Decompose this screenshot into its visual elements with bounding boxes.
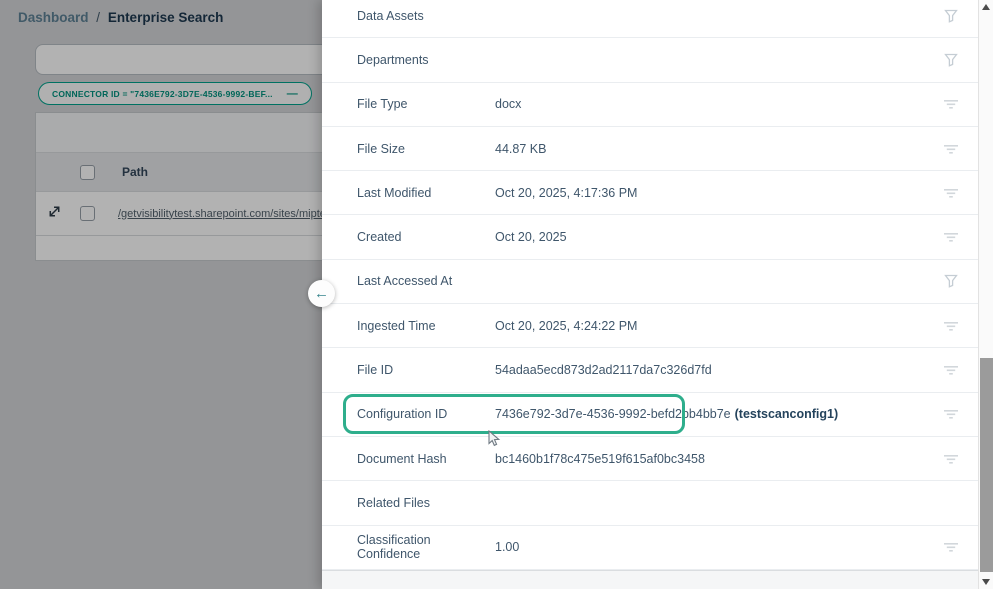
vertical-scrollbar[interactable] (978, 0, 993, 589)
funnel-icon[interactable] (942, 274, 960, 288)
filter-lines-icon[interactable] (942, 364, 960, 376)
detail-row: Created Oct 20, 2025 (322, 215, 978, 259)
filter-lines-icon[interactable] (942, 541, 960, 553)
panel-footer (322, 570, 978, 589)
filter-lines-icon[interactable] (942, 408, 960, 420)
app-screen: Dashboard / Enterprise Search CONNECTOR … (0, 0, 993, 589)
detail-label: File Type (357, 97, 495, 111)
detail-row: Data Assets (322, 0, 978, 38)
detail-value: bc1460b1f78c475e519f615af0bc3458 (495, 452, 942, 466)
detail-label: Last Accessed At (357, 274, 495, 288)
detail-label: Ingested Time (357, 319, 495, 333)
scroll-down-icon[interactable] (982, 579, 990, 585)
detail-label: Document Hash (357, 452, 495, 466)
filter-lines-icon[interactable] (942, 453, 960, 465)
detail-value (495, 9, 942, 23)
detail-label: Created (357, 230, 495, 244)
detail-label: Departments (357, 53, 495, 67)
filter-lines-icon[interactable] (942, 98, 960, 110)
detail-label: Classification Confidence (357, 533, 495, 561)
detail-value: 1.00 (495, 540, 942, 554)
detail-row: Related Files (322, 481, 978, 525)
filter-lines-icon[interactable] (942, 320, 960, 332)
detail-value (495, 53, 942, 67)
detail-label: File Size (357, 142, 495, 156)
funnel-icon[interactable] (942, 53, 960, 67)
detail-value: Oct 20, 2025, 4:24:22 PM (495, 319, 942, 333)
filter-lines-icon[interactable] (942, 187, 960, 199)
detail-row: Ingested Time Oct 20, 2025, 4:24:22 PM (322, 304, 978, 348)
detail-value (495, 274, 942, 288)
detail-value (495, 496, 942, 510)
file-details-panel: ← Data Assets Departments File Type docx… (322, 0, 978, 589)
detail-value: Oct 20, 2025, 4:17:36 PM (495, 186, 942, 200)
detail-label: Related Files (357, 496, 495, 510)
detail-value: 7436e792-3d7e-4536-9992-befd2bb4bb7e(tes… (495, 407, 942, 421)
detail-row: Last Modified Oct 20, 2025, 4:17:36 PM (322, 171, 978, 215)
detail-label: File ID (357, 363, 495, 377)
detail-row: File Type docx (322, 83, 978, 127)
scrollbar-thumb[interactable] (980, 358, 993, 572)
detail-row: Document Hash bc1460b1f78c475e519f615af0… (322, 437, 978, 481)
detail-row: Departments (322, 38, 978, 82)
arrow-left-icon: ← (314, 285, 329, 302)
detail-value: docx (495, 97, 942, 111)
detail-value: 44.87 KB (495, 142, 942, 156)
detail-rows: Data Assets Departments File Type docx F… (322, 0, 978, 570)
detail-value: 54adaa5ecd873d2ad2117da7c326d7fd (495, 363, 942, 377)
detail-row: File ID 54adaa5ecd873d2ad2117da7c326d7fd (322, 348, 978, 392)
scroll-up-icon[interactable] (982, 4, 990, 10)
collapse-panel-button[interactable]: ← (308, 280, 335, 307)
detail-row: Classification Confidence 1.00 (322, 526, 978, 570)
detail-row: Configuration ID 7436e792-3d7e-4536-9992… (322, 393, 978, 437)
funnel-icon[interactable] (942, 9, 960, 23)
filter-lines-icon[interactable] (942, 143, 960, 155)
detail-value: Oct 20, 2025 (495, 230, 942, 244)
detail-row: Last Accessed At (322, 260, 978, 304)
detail-label: Last Modified (357, 186, 495, 200)
detail-row: File Size 44.87 KB (322, 127, 978, 171)
filter-lines-icon[interactable] (942, 231, 960, 243)
detail-label: Configuration ID (357, 407, 495, 421)
detail-label: Data Assets (357, 9, 495, 23)
